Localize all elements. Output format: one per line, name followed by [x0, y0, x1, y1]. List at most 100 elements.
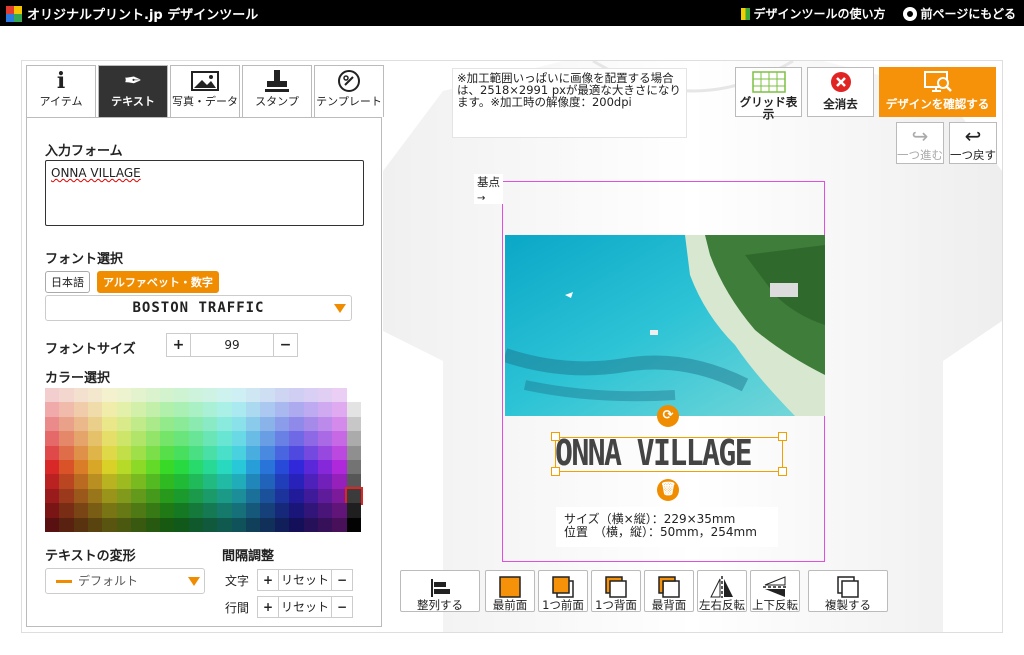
confirm-design-button[interactable]: デザインを確認する	[879, 67, 996, 117]
color-swatch[interactable]	[260, 474, 275, 489]
color-swatch[interactable]	[289, 474, 304, 489]
color-swatch[interactable]	[231, 488, 247, 504]
color-swatch[interactable]	[246, 431, 261, 446]
color-swatch[interactable]	[289, 388, 304, 403]
color-swatch[interactable]	[246, 445, 261, 460]
logo[interactable]: オリジナルプリント.jp デザインツール	[6, 4, 258, 23]
color-swatch[interactable]	[202, 431, 218, 446]
color-swatch[interactable]	[289, 488, 304, 504]
color-swatch[interactable]	[332, 416, 347, 432]
color-swatch[interactable]	[88, 388, 103, 403]
bring-forward-button[interactable]: 1つ前面	[538, 570, 588, 612]
color-swatch[interactable]	[131, 431, 146, 446]
color-swatch[interactable]	[59, 503, 74, 518]
color-swatch[interactable]	[145, 402, 160, 417]
color-swatch[interactable]	[145, 474, 160, 489]
color-swatch[interactable]	[116, 402, 132, 417]
color-swatch[interactable]	[88, 416, 103, 432]
color-swatch[interactable]	[289, 503, 304, 518]
color-swatch[interactable]	[260, 416, 275, 432]
color-swatch[interactable]	[202, 503, 218, 518]
color-swatch[interactable]	[231, 474, 247, 489]
color-swatch[interactable]	[346, 416, 361, 432]
color-swatch[interactable]	[145, 431, 160, 446]
char-spacing-reset-button[interactable]: リセット	[278, 570, 332, 590]
color-swatch[interactable]	[131, 517, 146, 532]
color-swatch[interactable]	[332, 402, 347, 417]
char-spacing-minus-button[interactable]: −	[332, 570, 352, 590]
resize-handle-tl[interactable]	[551, 432, 560, 441]
color-swatch[interactable]	[102, 402, 117, 417]
color-swatch[interactable]	[159, 388, 175, 403]
color-swatch[interactable]	[246, 459, 261, 475]
color-swatch[interactable]	[102, 459, 117, 475]
color-swatch[interactable]	[188, 517, 203, 532]
color-swatch[interactable]	[159, 459, 175, 475]
color-swatch[interactable]	[202, 445, 218, 460]
color-swatch[interactable]	[202, 488, 218, 504]
color-swatch[interactable]	[231, 431, 247, 446]
color-swatch[interactable]	[317, 474, 333, 489]
color-swatch[interactable]	[116, 445, 132, 460]
tab-template[interactable]: テンプレート	[314, 65, 384, 117]
color-swatch[interactable]	[344, 486, 364, 506]
color-swatch[interactable]	[303, 388, 318, 403]
color-swatch[interactable]	[131, 388, 146, 403]
color-swatch[interactable]	[217, 474, 232, 489]
color-swatch[interactable]	[217, 431, 232, 446]
color-swatch[interactable]	[188, 503, 203, 518]
color-swatch[interactable]	[217, 517, 232, 532]
color-swatch[interactable]	[131, 445, 146, 460]
color-swatch[interactable]	[102, 488, 117, 504]
color-swatch[interactable]	[246, 402, 261, 417]
color-swatch[interactable]	[231, 445, 247, 460]
color-swatch[interactable]	[73, 388, 89, 403]
flip-horizontal-button[interactable]: 左右反転	[697, 570, 747, 612]
color-swatch[interactable]	[174, 474, 189, 489]
color-swatch[interactable]	[174, 416, 189, 432]
color-swatch[interactable]	[246, 517, 261, 532]
color-swatch[interactable]	[217, 402, 232, 417]
transform-select[interactable]: デフォルト	[45, 568, 205, 594]
color-swatch[interactable]	[45, 445, 60, 460]
tab-text[interactable]: ✒ テキスト	[98, 65, 168, 117]
color-swatch[interactable]	[73, 517, 89, 532]
color-swatch[interactable]	[159, 517, 175, 532]
color-swatch[interactable]	[346, 503, 361, 518]
color-swatch[interactable]	[246, 474, 261, 489]
color-swatch[interactable]	[174, 503, 189, 518]
color-swatch[interactable]	[116, 474, 132, 489]
color-swatch[interactable]	[102, 431, 117, 446]
color-swatch[interactable]	[102, 388, 117, 403]
trash-icon[interactable]: 🗑	[657, 479, 679, 501]
color-swatch[interactable]	[131, 459, 146, 475]
color-swatch[interactable]	[346, 474, 361, 489]
color-swatch[interactable]	[88, 474, 103, 489]
color-swatch[interactable]	[289, 431, 304, 446]
color-swatch[interactable]	[102, 416, 117, 432]
color-swatch[interactable]	[159, 488, 175, 504]
color-swatch[interactable]	[116, 488, 132, 504]
color-swatch[interactable]	[45, 402, 60, 417]
color-swatch[interactable]	[303, 402, 318, 417]
color-swatch[interactable]	[332, 488, 347, 504]
color-swatch[interactable]	[188, 445, 203, 460]
color-swatch[interactable]	[289, 459, 304, 475]
color-swatch[interactable]	[145, 388, 160, 403]
color-swatch[interactable]	[88, 431, 103, 446]
tab-item[interactable]: i アイテム	[26, 65, 96, 117]
color-swatch[interactable]	[231, 402, 247, 417]
color-swatch[interactable]	[274, 503, 290, 518]
font-tab-alphabet[interactable]: アルファベット・数字	[97, 271, 219, 293]
color-swatch[interactable]	[73, 459, 89, 475]
color-swatch[interactable]	[88, 445, 103, 460]
color-swatch[interactable]	[289, 517, 304, 532]
color-swatch[interactable]	[274, 474, 290, 489]
tab-stamp[interactable]: スタンプ	[242, 65, 312, 117]
color-swatch[interactable]	[131, 416, 146, 432]
color-swatch[interactable]	[131, 402, 146, 417]
line-spacing-reset-button[interactable]: リセット	[278, 597, 332, 617]
color-swatch[interactable]	[332, 445, 347, 460]
color-swatch[interactable]	[202, 388, 218, 403]
font-size-plus-button[interactable]: +	[167, 334, 191, 356]
